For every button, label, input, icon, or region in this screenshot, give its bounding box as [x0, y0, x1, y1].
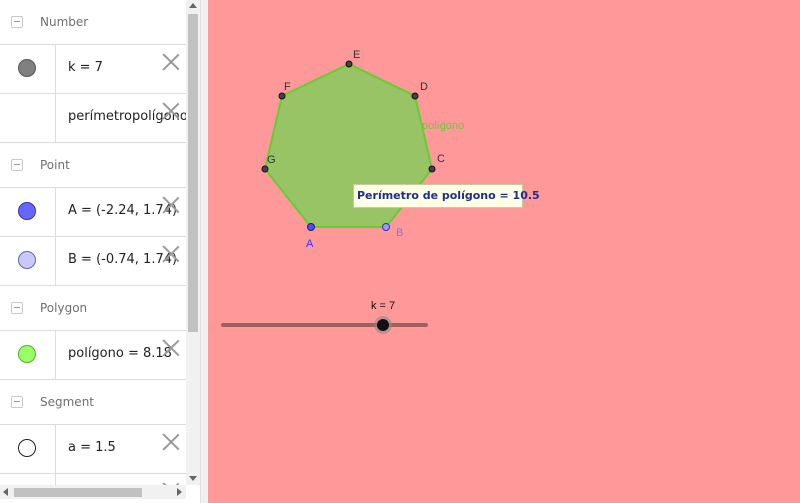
point-C[interactable] [428, 165, 436, 173]
slider-label: k = 7 [371, 300, 395, 312]
algebra-view: Number k = 7 perímetropolígono1 Point A … [0, 0, 200, 503]
collapse-icon[interactable] [11, 159, 23, 171]
algebra-item-A[interactable]: A = (-2.24, 1.74) [0, 188, 186, 237]
marble-cell [0, 188, 56, 236]
point-E[interactable] [345, 60, 353, 68]
visibility-toggle-icon[interactable] [18, 345, 36, 363]
algebra-expression[interactable]: polígono = 8.18 [68, 346, 172, 361]
collapse-icon[interactable] [11, 396, 23, 408]
visibility-toggle-icon[interactable] [18, 439, 36, 457]
slider-knob[interactable] [377, 319, 389, 331]
point-A[interactable] [307, 223, 315, 231]
graphics-canvas[interactable]: A B C D E F G polígono k = 7 [208, 0, 800, 503]
slider-k[interactable]: k = 7 [221, 300, 428, 334]
scroll-thumb[interactable] [14, 488, 142, 497]
label-D: D [420, 81, 428, 93]
marble-cell [0, 425, 56, 473]
view-divider[interactable] [200, 0, 208, 503]
group-name: Number [40, 15, 89, 29]
visibility-toggle-icon[interactable] [18, 251, 36, 269]
algebra-expression[interactable]: a = 1.5 [68, 440, 116, 455]
point-B[interactable] [382, 223, 390, 231]
marble-cell [0, 94, 56, 142]
group-header-point[interactable]: Point [0, 143, 186, 188]
point-G[interactable] [261, 165, 269, 173]
delete-icon[interactable] [162, 433, 180, 451]
algebra-item-B[interactable]: B = (-0.74, 1.74) [0, 237, 186, 286]
algebra-item-poligono[interactable]: polígono = 8.18 [0, 331, 186, 380]
scroll-thumb[interactable] [188, 14, 198, 332]
algebra-item-partial[interactable] [0, 474, 186, 485]
label-A: A [306, 238, 314, 250]
label-B: B [396, 227, 403, 239]
delete-icon[interactable] [162, 245, 180, 263]
polygon-label: polígono [422, 120, 464, 132]
point-F[interactable] [278, 92, 286, 100]
label-G: G [267, 154, 276, 166]
group-name: Segment [40, 395, 94, 409]
delete-icon[interactable] [162, 53, 180, 71]
delete-icon[interactable] [162, 102, 180, 120]
vertical-scrollbar[interactable] [186, 0, 200, 485]
scroll-down-icon[interactable] [189, 476, 197, 481]
algebra-item-a[interactable]: a = 1.5 [0, 425, 186, 474]
collapse-icon[interactable] [11, 16, 23, 28]
marble-cell [0, 237, 56, 285]
delete-icon[interactable] [162, 196, 180, 214]
visibility-toggle-icon[interactable] [18, 59, 36, 77]
label-C: C [437, 153, 445, 165]
delete-icon[interactable] [162, 339, 180, 357]
algebra-expression[interactable]: A = (-2.24, 1.74) [68, 203, 177, 218]
algebra-item-k[interactable]: k = 7 [0, 45, 186, 94]
group-header-number[interactable]: Number [0, 0, 186, 45]
label-E: E [353, 49, 360, 61]
group-header-polygon[interactable]: Polygon [0, 286, 186, 331]
marble-cell [0, 45, 56, 93]
marble-cell [0, 474, 56, 485]
marble-cell [0, 331, 56, 379]
visibility-toggle-icon[interactable] [18, 202, 36, 220]
point-D[interactable] [411, 92, 419, 100]
scroll-up-icon[interactable] [189, 3, 197, 8]
algebra-expression[interactable]: k = 7 [68, 60, 103, 75]
graphics-view[interactable]: A B C D E F G polígono k = 7 Perímetro d… [208, 0, 800, 503]
label-F: F [284, 81, 291, 93]
group-name: Point [40, 158, 70, 172]
horizontal-scrollbar[interactable] [0, 485, 186, 499]
scroll-left-icon[interactable] [3, 488, 8, 496]
group-name: Polygon [40, 301, 88, 315]
algebra-expression[interactable]: B = (-0.74, 1.74) [68, 252, 177, 267]
collapse-icon[interactable] [11, 302, 23, 314]
group-header-segment[interactable]: Segment [0, 380, 186, 425]
algebra-list: Number k = 7 perímetropolígono1 Point A … [0, 0, 186, 485]
scroll-right-icon[interactable] [177, 488, 182, 496]
perimeter-tooltip: Perímetro de polígono = 10.5 [353, 184, 540, 208]
algebra-item-perimetro[interactable]: perímetropolígono1 [0, 94, 186, 143]
